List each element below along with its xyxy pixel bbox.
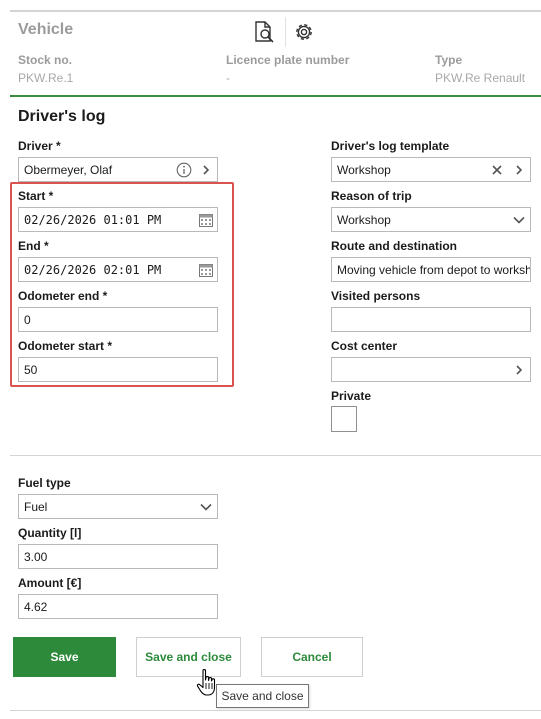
start-value: 02/26/2026 01:01 PM [24,212,162,227]
fuel-type-value: Fuel [24,499,48,514]
chevron-right-icon[interactable] [508,158,530,181]
save-button[interactable]: Save [13,637,116,677]
private-label: Private [331,389,372,403]
section-divider [10,95,541,97]
drivers-log-title: Driver's log [18,108,106,125]
chevron-right-icon[interactable] [508,358,530,381]
calendar-icon[interactable] [195,258,217,281]
fuel-type-select[interactable]: Fuel [18,494,218,519]
reason-value: Workshop [337,212,391,227]
stock-no-value: PKW.Re.1 [18,71,74,85]
toolbar-separator [285,17,286,47]
quantity-value: 3.00 [24,549,48,564]
reason-label: Reason of trip [331,189,412,203]
stock-no-label: Stock no. [18,53,73,67]
odometer-end-label: Odometer end * [18,289,108,303]
amount-input[interactable]: 4.62 [18,594,218,619]
fuel-type-label: Fuel type [18,476,71,490]
route-value: Moving vehicle from depot to workshop [337,262,530,277]
visited-persons-input[interactable] [331,307,531,332]
chevron-down-icon[interactable] [195,495,217,518]
driver-value: Obermeyer, Olaf [24,162,113,177]
quantity-input[interactable]: 3.00 [18,544,218,569]
reason-select[interactable]: Workshop [331,207,531,232]
cost-center-field[interactable] [331,357,531,382]
amount-value: 4.62 [24,599,48,614]
start-label: Start * [18,189,54,203]
bottom-rule [10,710,541,711]
quantity-label: Quantity [l] [18,526,82,540]
tooltip: Save and close [216,684,309,708]
end-value: 02/26/2026 02:01 PM [24,262,162,277]
odometer-end-value: 0 [24,312,31,327]
type-label: Type [435,53,463,67]
route-input[interactable]: Moving vehicle from depot to workshop [331,257,531,282]
driver-label: Driver * [18,139,61,153]
template-label: Driver's log template [331,139,450,153]
private-checkbox[interactable] [331,406,357,432]
template-field[interactable]: Workshop [331,157,531,182]
amount-label: Amount [€] [18,576,82,590]
close-icon[interactable] [486,158,508,181]
type-value: PKW.Re Renault [435,71,526,85]
odometer-start-input[interactable]: 50 [18,357,218,382]
document-search-icon[interactable] [249,17,279,47]
cost-center-label: Cost center [331,339,398,353]
cancel-button[interactable]: Cancel [261,637,363,677]
vehicle-title: Vehicle [18,21,74,38]
licence-plate-value: - [226,71,230,85]
odometer-start-label: Odometer start * [18,339,113,353]
route-label: Route and destination [331,239,457,253]
odometer-end-input[interactable]: 0 [18,307,218,332]
odometer-start-value: 50 [24,362,38,377]
driver-field[interactable]: Obermeyer, Olaf [18,157,218,182]
info-icon[interactable] [173,158,195,181]
visited-label: Visited persons [331,289,421,303]
calendar-icon[interactable] [195,208,217,231]
chevron-down-icon[interactable] [508,208,530,231]
chevron-right-icon[interactable] [195,158,217,181]
end-datetime-input[interactable]: 02/26/2026 02:01 PM [18,257,218,282]
start-datetime-input[interactable]: 02/26/2026 01:01 PM [18,207,218,232]
end-label: End * [18,239,49,253]
save-and-close-button[interactable]: Save and close [136,637,241,677]
template-value: Workshop [337,162,391,177]
top-rule [10,10,541,12]
licence-plate-label: Licence plate number [226,53,350,67]
fuel-divider [10,455,541,456]
gear-icon[interactable] [289,17,319,47]
